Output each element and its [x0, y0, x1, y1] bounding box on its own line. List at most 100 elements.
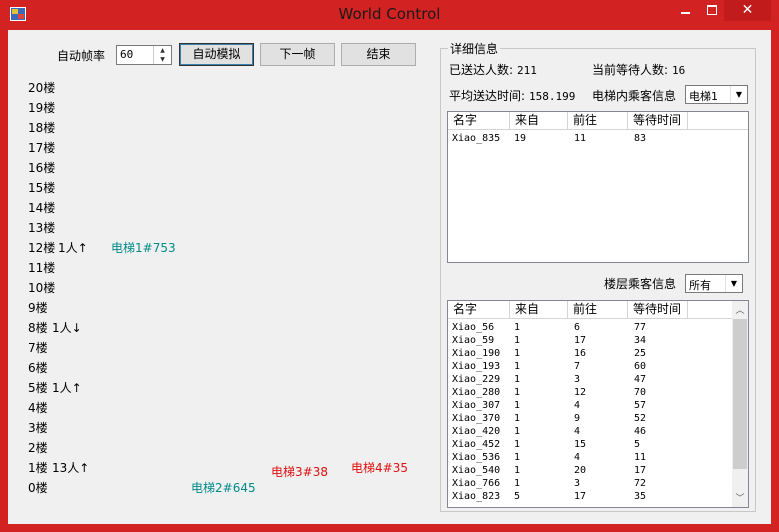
- table-row[interactable]: Xiao_835 19 11 83: [448, 132, 748, 145]
- table-row[interactable]: Xiao_823 5 17 35: [448, 490, 748, 503]
- table-cell: 1: [514, 387, 521, 398]
- floor-label: 3楼: [28, 421, 48, 435]
- waiting-count: 1人↑: [52, 381, 82, 395]
- floor-label: 5楼: [28, 381, 48, 395]
- end-button[interactable]: 结束: [341, 43, 416, 66]
- floor-label: 9楼: [28, 301, 48, 315]
- floor-row: 18楼: [28, 119, 428, 135]
- table-row[interactable]: Xiao_307 1 4 57: [448, 399, 748, 412]
- table-row[interactable]: Xiao_540 1 20 17: [448, 464, 748, 477]
- vertical-scrollbar[interactable]: ︿ ﹀: [732, 301, 748, 507]
- delivered-count: 已送达人数: 211: [449, 61, 537, 78]
- floor-row: 4楼: [28, 399, 428, 415]
- delivered-value: 211: [517, 64, 537, 77]
- table-row[interactable]: Xiao_190 1 16 25: [448, 347, 748, 360]
- table-cell: 3: [574, 374, 581, 385]
- scroll-down-icon[interactable]: ﹀: [732, 491, 748, 505]
- table-cell: Xiao_56: [452, 322, 495, 333]
- waiting-count: 1人↓: [52, 321, 82, 335]
- title-bar: World Control ✕: [0, 0, 779, 29]
- column-name[interactable]: 名字: [448, 301, 510, 319]
- next-frame-button[interactable]: 下一帧: [260, 43, 335, 66]
- table-row[interactable]: Xiao_280 1 12 70: [448, 386, 748, 399]
- table-cell: 11: [574, 133, 587, 144]
- floor-row: 11楼: [28, 259, 428, 275]
- floor-label: 10楼: [28, 281, 56, 295]
- floor-passengers-label: 楼层乘客信息: [604, 277, 677, 291]
- floor-row: 2楼: [28, 439, 428, 455]
- table-row[interactable]: Xiao_193 1 7 60: [448, 360, 748, 373]
- floor-row: 17楼: [28, 139, 428, 155]
- table-cell: 70: [634, 387, 647, 398]
- table-row[interactable]: Xiao_420 1 4 46: [448, 425, 748, 438]
- floor-label: 14楼: [28, 201, 56, 215]
- table-cell: 46: [634, 426, 647, 437]
- elevator-passenger-list[interactable]: 名字 来自 前往 等待时间 Xiao_835 19 11 83: [447, 111, 749, 263]
- table-cell: Xiao_766: [452, 478, 501, 489]
- spin-down-icon[interactable]: ▼: [154, 55, 171, 64]
- table-cell: 1: [514, 348, 521, 359]
- table-cell: 1: [514, 374, 521, 385]
- floor-row: 8楼 1人↓: [28, 319, 428, 335]
- window-title: World Control: [338, 5, 441, 23]
- table-row[interactable]: Xiao_229 1 3 47: [448, 373, 748, 386]
- floor-label: 7楼: [28, 341, 48, 355]
- floor-label: 20楼: [28, 81, 56, 95]
- floor-passenger-list[interactable]: 名字 来自 前往 等待时间 Xiao_56 1 6 77 Xiao_59 1 17 34 Xia…: [447, 300, 749, 508]
- table-cell: 19: [514, 133, 527, 144]
- table-cell: Xiao_307: [452, 400, 501, 411]
- table-row[interactable]: Xiao_59 1 17 34: [448, 334, 748, 347]
- floor-row: 19楼: [28, 99, 428, 115]
- floor-label: 12楼: [28, 241, 56, 255]
- scroll-thumb[interactable]: [733, 319, 747, 469]
- column-name[interactable]: 名字: [448, 112, 510, 130]
- close-button[interactable]: ✕: [724, 0, 771, 21]
- detail-group-title: 详细信息: [448, 40, 501, 57]
- floor-label: 8楼: [28, 321, 48, 335]
- table-cell: 3: [574, 478, 581, 489]
- table-row[interactable]: Xiao_766 1 3 72: [448, 477, 748, 490]
- column-from[interactable]: 来自: [510, 301, 568, 319]
- table-cell: 9: [574, 413, 581, 424]
- list-header: 名字 来自 前往 等待时间: [448, 301, 734, 319]
- column-to[interactable]: 前往: [568, 112, 628, 130]
- table-cell: 5: [514, 491, 521, 502]
- floor-label: 11楼: [28, 261, 56, 275]
- table-cell: 1: [514, 322, 521, 333]
- table-row[interactable]: Xiao_56 1 6 77: [448, 321, 748, 334]
- table-row[interactable]: Xiao_536 1 4 11: [448, 451, 748, 464]
- table-row[interactable]: Xiao_452 1 15 5: [448, 438, 748, 451]
- waiting-count: 当前等待人数: 16: [592, 61, 685, 78]
- table-row[interactable]: Xiao_370 1 9 52: [448, 412, 748, 425]
- table-cell: 60: [634, 361, 647, 372]
- column-wait[interactable]: 等待时间: [628, 112, 688, 130]
- table-cell: Xiao_823: [452, 491, 501, 502]
- table-cell: 6: [574, 322, 581, 333]
- table-cell: 1: [514, 478, 521, 489]
- floor-select[interactable]: 所有 ▼: [685, 274, 743, 293]
- maximize-button[interactable]: [698, 0, 724, 21]
- chevron-down-icon[interactable]: ▼: [730, 86, 747, 103]
- avg-value: 158.199: [529, 90, 576, 103]
- minimize-button[interactable]: [672, 0, 698, 21]
- table-cell: Xiao_452: [452, 439, 501, 450]
- table-cell: 83: [634, 133, 647, 144]
- elevator-select[interactable]: 电梯1 ▼: [685, 85, 748, 104]
- chevron-down-icon[interactable]: ▼: [725, 275, 742, 292]
- table-cell: Xiao_229: [452, 374, 501, 385]
- fps-spin-buttons[interactable]: ▲ ▼: [153, 46, 171, 64]
- scroll-up-icon[interactable]: ︿: [732, 303, 748, 317]
- list-header: 名字 来自 前往 等待时间: [448, 112, 748, 130]
- floor-label: 15楼: [28, 181, 56, 195]
- floor-row: 9楼: [28, 299, 428, 315]
- floor-label: 18楼: [28, 121, 56, 135]
- main-panel: 自动帧率 60 ▲ ▼ 自动模拟 下一帧 结束 20楼 19楼 18楼 17楼 16楼 1…: [8, 30, 771, 524]
- avg-label: 平均送达时间:: [449, 89, 526, 103]
- column-from[interactable]: 来自: [510, 112, 568, 130]
- column-to[interactable]: 前往: [568, 301, 628, 319]
- auto-simulate-button[interactable]: 自动模拟: [179, 43, 254, 66]
- floor-label: 17楼: [28, 141, 56, 155]
- column-wait[interactable]: 等待时间: [628, 301, 688, 319]
- spin-up-icon[interactable]: ▲: [154, 46, 171, 55]
- table-cell: Xiao_193: [452, 361, 501, 372]
